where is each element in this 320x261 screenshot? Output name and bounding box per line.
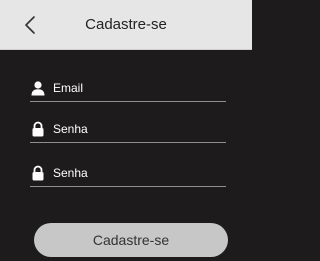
user-icon: [30, 80, 46, 96]
signup-form: Email Senha Senha Cadastre-se: [0, 50, 252, 261]
password-field-label: Senha: [53, 122, 88, 136]
page-title: Cadastre-se: [85, 16, 167, 33]
navigation-bar: Cadastre-se: [0, 0, 252, 50]
email-field[interactable]: Email: [30, 79, 226, 102]
email-field-label: Email: [53, 81, 84, 95]
lock-icon: [30, 121, 46, 137]
signup-button[interactable]: Cadastre-se: [34, 223, 228, 257]
lock-icon: [30, 165, 46, 181]
password-field[interactable]: Senha: [30, 120, 226, 143]
confirm-password-field-label: Senha: [53, 166, 88, 180]
confirm-password-field[interactable]: Senha: [30, 164, 226, 187]
